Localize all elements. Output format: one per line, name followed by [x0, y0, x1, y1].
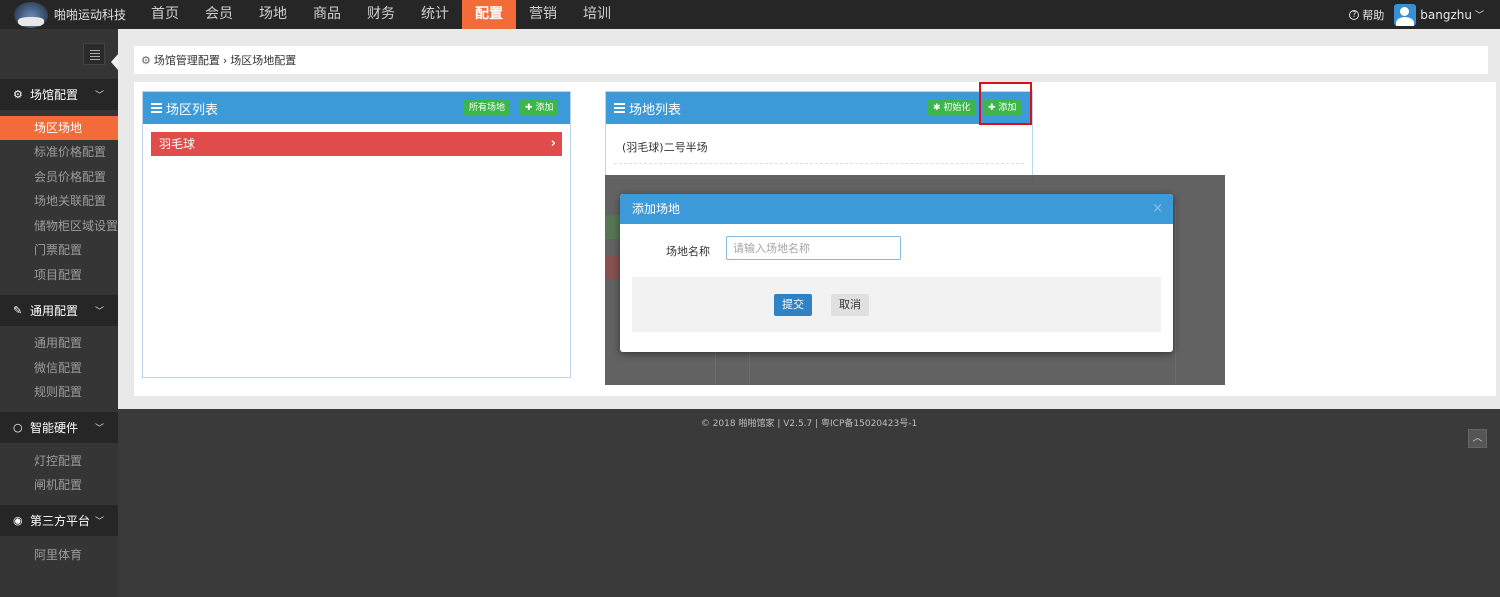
- sidebar-item-ali-sports[interactable]: 阿里体育: [0, 543, 118, 567]
- venue-name-label: 场地名称: [666, 245, 710, 258]
- sidebar-collapse-button[interactable]: [83, 43, 105, 65]
- avatar[interactable]: [1394, 3, 1417, 26]
- sidebar-group-venue-config[interactable]: ⚙ 场馆配置 ﹀: [0, 79, 118, 110]
- gears-icon: ⚙: [13, 88, 23, 101]
- venue-row[interactable]: (羽毛球)二号半场: [614, 138, 1024, 164]
- wrench-icon: ✎: [13, 304, 23, 317]
- area-list-header: 场区列表 所有场地 ✚ 添加: [143, 92, 570, 124]
- breadcrumb-parent[interactable]: 场馆管理配置: [154, 52, 220, 68]
- area-list-title: 场区列表: [166, 102, 219, 118]
- nav-members[interactable]: 会员: [192, 0, 246, 29]
- user-area: ? 帮助 bangzhu ﹀: [1349, 0, 1484, 29]
- nav-config[interactable]: 配置: [462, 0, 516, 29]
- top-navbar: 啪啪运动科技 首页 会员 场地 商品 财务 统计 配置 营销 培训 ? 帮助 b…: [0, 0, 1500, 29]
- modal-title: 添加场地: [632, 202, 681, 216]
- sidebar-group-third-party[interactable]: ◉ 第三方平台 ﹀: [0, 505, 118, 536]
- breadcrumb-separator: ›: [222, 53, 228, 67]
- venue-list-panel: 场地列表 ✱ 初始化 ✚ 添加 (羽毛球)二号半场: [605, 91, 1033, 181]
- sidebar-item-standard-price[interactable]: 标准价格配置: [0, 140, 118, 164]
- init-button[interactable]: ✱ 初始化: [928, 100, 976, 116]
- all-venues-button[interactable]: 所有场地: [464, 100, 511, 116]
- sidebar-item-gate[interactable]: 闸机配置: [0, 473, 118, 497]
- sidebar-item-area-venue[interactable]: 场区场地: [0, 116, 118, 140]
- sidebar-item-venue-link[interactable]: 场地关联配置: [0, 189, 118, 213]
- highlight-box: [979, 82, 1032, 125]
- footer: © 2018 啪啪馆家 | V2.5.7 | 粤ICP备15020423号-1: [700, 419, 918, 429]
- close-icon[interactable]: ×: [1152, 194, 1163, 224]
- chevron-down-icon: ﹀: [94, 91, 104, 101]
- nav-venues[interactable]: 场地: [246, 0, 300, 29]
- sidebar-item-general[interactable]: 通用配置: [0, 331, 118, 355]
- brand-name: 啪啪运动科技: [54, 8, 127, 22]
- venue-list-header: 场地列表 ✱ 初始化 ✚ 添加: [606, 92, 1032, 124]
- cancel-button[interactable]: 取消: [831, 294, 869, 316]
- nav-stats[interactable]: 统计: [408, 0, 462, 29]
- add-venue-modal: 添加场地 × 场地名称 提交 取消: [620, 194, 1173, 352]
- chevron-down-icon[interactable]: ﹀: [1475, 8, 1484, 21]
- sidebar-item-rules[interactable]: 规则配置: [0, 380, 118, 404]
- help-link[interactable]: 帮助: [1362, 7, 1384, 23]
- modal-footer: 提交 取消: [632, 277, 1161, 332]
- main-nav: 首页 会员 场地 商品 财务 统计 配置 营销 培训: [138, 0, 624, 29]
- list-icon: [151, 101, 162, 115]
- brand-logo: [14, 1, 48, 28]
- gears-icon: ⚙: [141, 53, 151, 67]
- venue-list-title: 场地列表: [629, 102, 682, 118]
- sidebar-item-locker-area[interactable]: 储物柜区域设置: [0, 214, 118, 238]
- area-list-panel: 场区列表 所有场地 ✚ 添加 羽毛球 ›: [142, 91, 571, 378]
- sidebar-item-light-control[interactable]: 灯控配置: [0, 449, 118, 473]
- help-icon[interactable]: ?: [1349, 9, 1360, 20]
- sidebar-group-general-config[interactable]: ✎ 通用配置 ﹀: [0, 295, 118, 326]
- username[interactable]: bangzhu: [1420, 8, 1472, 22]
- area-row-badminton[interactable]: 羽毛球 ›: [151, 132, 562, 156]
- nav-finance[interactable]: 财务: [354, 0, 408, 29]
- nav-home[interactable]: 首页: [138, 0, 192, 29]
- venue-name-input[interactable]: [726, 236, 901, 260]
- circle-icon: ○: [13, 421, 23, 434]
- breadcrumb: ⚙ 场馆管理配置 › 场区场地配置: [134, 46, 1488, 74]
- sidebar-item-ticket[interactable]: 门票配置: [0, 238, 118, 262]
- list-icon: [614, 101, 625, 115]
- chevron-down-icon: ﹀: [94, 307, 104, 317]
- chevron-down-icon: ﹀: [94, 517, 104, 527]
- sidebar-item-wechat[interactable]: 微信配置: [0, 356, 118, 380]
- nav-goods[interactable]: 商品: [300, 0, 354, 29]
- nav-marketing[interactable]: 营销: [516, 0, 570, 29]
- back-to-top-button[interactable]: ︿: [1468, 429, 1487, 448]
- add-area-button[interactable]: ✚ 添加: [520, 100, 559, 116]
- nav-training[interactable]: 培训: [570, 0, 624, 29]
- sidebar-item-project[interactable]: 项目配置: [0, 263, 118, 287]
- eye-icon: ◉: [13, 514, 23, 527]
- breadcrumb-current: 场区场地配置: [230, 54, 297, 67]
- brand[interactable]: 啪啪运动科技: [14, 0, 126, 29]
- sidebar-group-smart-hardware[interactable]: ○ 智能硬件 ﹀: [0, 412, 118, 443]
- chevron-right-icon: ›: [550, 136, 556, 151]
- sidebar-item-member-price[interactable]: 会员价格配置: [0, 165, 118, 189]
- chevron-down-icon: ﹀: [94, 424, 104, 434]
- modal-header: 添加场地 ×: [620, 194, 1173, 224]
- submit-button[interactable]: 提交: [774, 294, 812, 316]
